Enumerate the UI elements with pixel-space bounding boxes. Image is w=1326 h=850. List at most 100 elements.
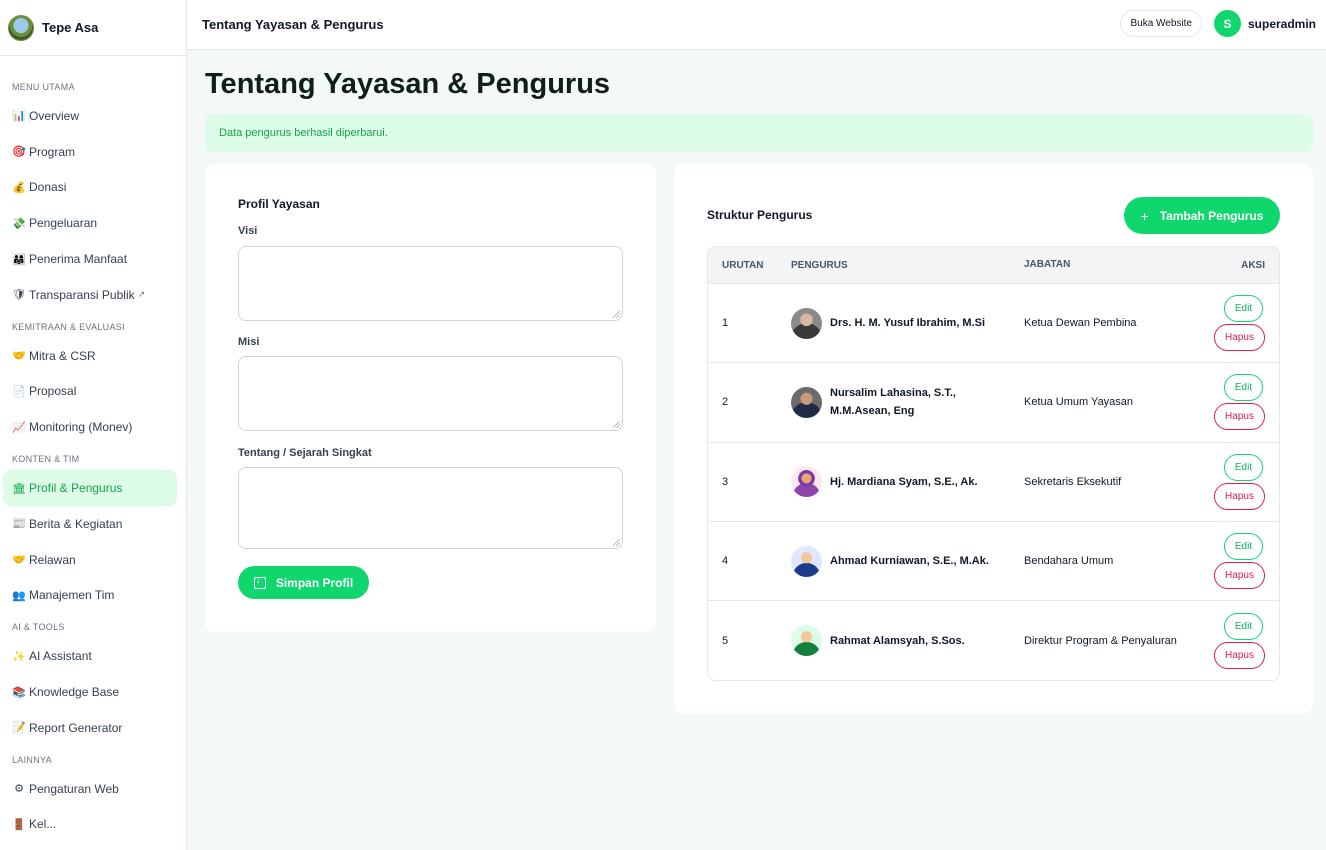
sidebar-item-manajemen-tim[interactable]: 👥 Manajemen Tim (3, 578, 177, 614)
sidebar-item-kel[interactable]: 🚪 Kel... (3, 807, 177, 843)
visi-textarea[interactable] (238, 246, 623, 321)
sidebar-item-pengeluaran[interactable]: 💸 Pengeluaran (3, 205, 177, 241)
table-row: 2 Nursalim Lahasina, S.T., M.M.Asean, En… (708, 363, 1279, 443)
avatar (791, 466, 822, 498)
structure-title: Struktur Pengurus (707, 208, 813, 222)
edit-button[interactable]: Edit (1224, 453, 1263, 481)
person-name: Hj. Mardiana Syam, S.E., Ak. (830, 475, 978, 488)
open-website-button[interactable]: Buka Website (1120, 10, 1202, 37)
avatar (791, 625, 822, 657)
edit-button[interactable]: Edit (1224, 374, 1263, 402)
delete-button[interactable]: Hapus (1214, 324, 1265, 352)
nav-icon: 📝 (12, 722, 26, 735)
nav-icon: 📈 (12, 421, 26, 434)
sidebar-item-knowledge-base[interactable]: 📚 Knowledge Base (3, 674, 177, 710)
sidebar-item-overview[interactable]: 📊 Overview (3, 98, 177, 134)
row-actions: Edit Hapus (1204, 533, 1279, 590)
tentang-textarea[interactable] (238, 467, 623, 549)
sidebar-item-label: Proposal (29, 384, 77, 399)
edit-button[interactable]: Edit (1224, 533, 1263, 561)
sidebar-item-penerima-manfaat[interactable]: 👨‍👩‍👧 Penerima Manfaat (3, 241, 177, 277)
delete-button[interactable]: Hapus (1214, 403, 1265, 431)
row-order: 5 (722, 634, 729, 647)
misi-textarea[interactable] (238, 356, 623, 431)
sidebar-item-ai-assistant[interactable]: ✨ AI Assistant (3, 638, 177, 674)
sidebar-item-label: Pengeluaran (29, 216, 98, 231)
delete-button[interactable]: Hapus (1214, 482, 1265, 510)
sidebar-item-label: Pengaturan Web (29, 781, 119, 796)
nav-group-label: AI & TOOLS (12, 622, 65, 633)
sidebar-item-monitoring-monev[interactable]: 📈 Monitoring (Monev) (3, 409, 177, 445)
table-row: 1 Drs. H. M. Yusuf Ibrahim, M.Si Ketua D… (708, 284, 1279, 364)
page-title: Tentang Yayasan & Pengurus (205, 68, 611, 100)
success-alert: Data pengurus berhasil diperbarui. (205, 114, 1313, 152)
sidebar-item-label: Manajemen Tim (29, 588, 115, 603)
delete-button[interactable]: Hapus (1214, 641, 1265, 669)
sidebar-item-berita-kegiatan[interactable]: 📰 Berita & Kegiatan (3, 506, 177, 542)
person-name: Rahmat Alamsyah, S.Sos. (830, 634, 965, 647)
sidebar-item-pengaturan-web[interactable]: ⚙ Pengaturan Web (3, 771, 177, 807)
nav-icon: 📰 (12, 518, 26, 531)
sidebar-item-transparansi-publik[interactable]: 🛡 Transparansi Publik ↗ (3, 277, 177, 313)
row-order: 3 (722, 475, 729, 488)
nav-icon: ✨ (12, 650, 26, 663)
sidebar-item-report-generator[interactable]: 📝 Report Generator (3, 710, 177, 746)
row-pengurus: Rahmat Alamsyah, S.Sos. (791, 625, 1024, 657)
avatar (791, 545, 822, 577)
col-urutan: URUTAN (722, 259, 764, 271)
table-body: 1 Drs. H. M. Yusuf Ibrahim, M.Si Ketua D… (708, 284, 1279, 680)
nav-icon: 🛡 (12, 289, 26, 302)
brand-logo (8, 14, 34, 41)
row-jabatan: Ketua Dewan Pembina (1024, 317, 1137, 330)
row-pengurus: Nursalim Lahasina, S.T., M.M.Asean, Eng (791, 384, 1024, 420)
sidebar-item-label: Report Generator (29, 720, 123, 735)
external-link-icon: ↗ (137, 289, 146, 300)
username[interactable]: superadmin (1248, 17, 1316, 31)
sidebar-item-label: Knowledge Base (29, 685, 120, 700)
nav-icon: 📊 (12, 110, 26, 123)
topbar: Tentang Yayasan & Pengurus Buka Website … (187, 0, 1326, 50)
add-pengurus-button[interactable]: + Tambah Pengurus (1124, 197, 1280, 234)
nav-icon: 🤝 (12, 554, 26, 567)
row-actions: Edit Hapus (1204, 612, 1279, 669)
tentang-label: Tentang / Sejarah Singkat (238, 447, 372, 459)
col-jabatan: JABATAN (1024, 259, 1071, 270)
save-profile-button[interactable]: Simpan Profil (238, 566, 369, 599)
topbar-actions: Buka Website S superadmin (1120, 10, 1316, 37)
sidebar-item-label: Monitoring (Monev) (29, 420, 133, 435)
nav-icon: 📄 (12, 385, 26, 398)
nav-icon: 🤝 (12, 350, 26, 363)
row-jabatan: Sekretaris Eksekutif (1024, 475, 1122, 488)
sidebar-item-relawan[interactable]: 🤝 Relawan (3, 542, 177, 578)
brand[interactable]: Tepe Asa (0, 0, 186, 56)
col-aksi: AKSI (1241, 259, 1265, 271)
edit-button[interactable]: Edit (1224, 612, 1263, 640)
sidebar-item-label: Transparansi Publik (29, 287, 135, 302)
plus-icon: + (1140, 207, 1149, 224)
row-pengurus: Drs. H. M. Yusuf Ibrahim, M.Si (791, 307, 1024, 339)
avatar[interactable]: S (1213, 10, 1241, 37)
sidebar-item-label: Mitra & CSR (29, 348, 96, 363)
sidebar-item-program[interactable]: 🎯 Program (3, 134, 177, 170)
add-pengurus-label: Tambah Pengurus (1159, 208, 1264, 223)
edit-button[interactable]: Edit (1224, 295, 1263, 323)
row-actions: Edit Hapus (1204, 453, 1279, 510)
sidebar-item-profil-pengurus[interactable]: 🏛 Profil & Pengurus (3, 470, 177, 506)
sidebar-item-mitra-csr[interactable]: 🤝 Mitra & CSR (3, 338, 177, 374)
row-pengurus: Hj. Mardiana Syam, S.E., Ak. (791, 466, 1024, 498)
nav-group-label: LAINNYA (12, 754, 52, 765)
sidebar-item-label: Penerima Manfaat (29, 252, 128, 267)
pengurus-table: URUTAN PENGURUS JABATAN AKSI 1 Drs. H. M… (707, 246, 1280, 682)
sidebar-item-label: Kel... (29, 817, 57, 832)
sidebar-item-label: Overview (29, 108, 80, 123)
delete-button[interactable]: Hapus (1214, 562, 1265, 590)
nav-group-label: KONTEN & TIM (12, 454, 80, 465)
brand-name: Tepe Asa (42, 20, 99, 35)
person-name: Nursalim Lahasina, S.T., M.M.Asean, Eng (830, 387, 956, 418)
sidebar-item-proposal[interactable]: 📄 Proposal (3, 374, 177, 410)
save-icon (253, 575, 266, 589)
nav-group-label: KEMITRAAN & EVALUASI (12, 321, 125, 332)
person-name: Drs. H. M. Yusuf Ibrahim, M.Si (830, 317, 986, 330)
nav-icon: 📚 (12, 686, 26, 699)
sidebar-item-donasi[interactable]: 💰 Donasi (3, 170, 177, 206)
